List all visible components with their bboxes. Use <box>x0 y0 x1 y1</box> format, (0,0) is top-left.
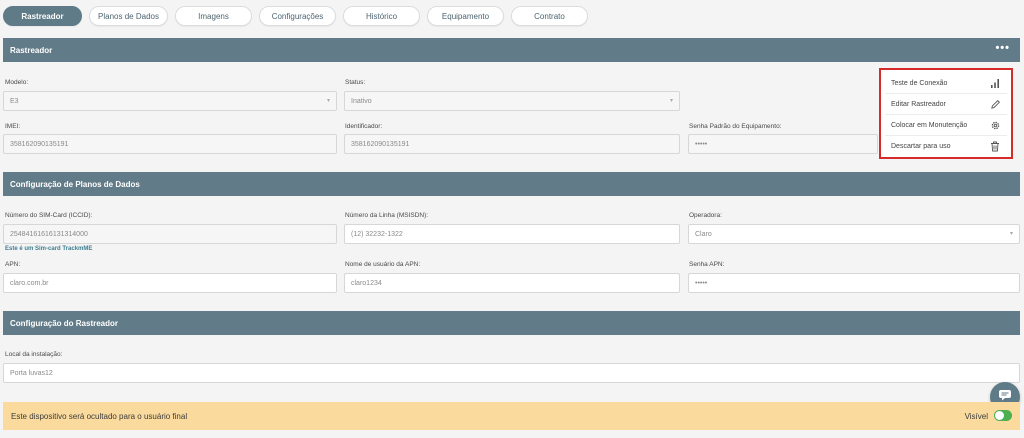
iccid-field[interactable]: 25484161616131314000 <box>3 224 337 244</box>
apn-label: APN: <box>5 261 21 268</box>
pencil-icon <box>989 98 1001 110</box>
apn-user-label: Nome de usuário da APN: <box>345 261 421 268</box>
visible-label: Visível <box>964 411 988 421</box>
apn-password-field[interactable]: ••••• <box>688 273 1020 293</box>
chevron-down-icon: ▾ <box>669 98 673 104</box>
menu-item-edit-tracker[interactable]: Editar Rastreador <box>885 94 1007 115</box>
signal-bars-icon <box>989 77 1001 89</box>
model-select[interactable]: E3 ▾ <box>3 91 337 111</box>
apn-field[interactable]: claro.com.br <box>3 273 337 293</box>
operator-select[interactable]: Claro ▾ <box>688 224 1020 244</box>
tab-planos-de-dados[interactable]: Planos de Dados <box>89 6 168 26</box>
menu-item-maintenance[interactable]: Colocar em Monutenção <box>885 115 1007 136</box>
iccid-label: Número do SIM-Card (ICCID): <box>5 212 93 219</box>
apn-password-label: Senha APN: <box>689 261 725 268</box>
menu-item-label: Descartar para uso <box>891 143 951 150</box>
menu-item-connection-test[interactable]: Teste de Conexão <box>885 73 1007 94</box>
section-title: Rastreador <box>10 45 53 55</box>
imei-label: IMEI: <box>5 123 21 130</box>
identifier-value: 358162090135191 <box>351 140 410 148</box>
tab-bar: Rastreador Planos de Dados Imagens Confi… <box>3 6 588 28</box>
visibility-banner: Este dispositivo será ocultado para o us… <box>3 402 1020 430</box>
tab-contrato[interactable]: Contrato <box>511 6 588 26</box>
apn-user-field[interactable]: claro1234 <box>344 273 680 293</box>
menu-item-label: Teste de Conexão <box>891 79 948 87</box>
section-header-tracker-config: Configuração do Rastreador <box>3 311 1020 335</box>
iccid-value: 25484161616131314000 <box>10 230 88 238</box>
more-options-icon[interactable]: ••• <box>995 42 1010 54</box>
imei-value: 358162090135191 <box>10 140 69 148</box>
msisdn-label: Número da Linha (MSISDN): <box>345 212 429 219</box>
tab-configuracoes[interactable]: Configurações <box>259 6 336 26</box>
status-value: Inativo <box>351 97 372 105</box>
model-label: Modelo: <box>5 79 29 86</box>
msisdn-field[interactable]: (12) 32232-1322 <box>344 224 680 244</box>
menu-item-label: Editar Rastreador <box>891 100 946 108</box>
apn-password-value: ••••• <box>695 279 708 287</box>
installation-location-value: Porta luvas12 <box>10 369 53 377</box>
visible-toggle[interactable] <box>994 410 1012 421</box>
operator-label: Operadora: <box>689 212 722 219</box>
section-header-data-plans: Configuração de Planos de Dados <box>3 172 1020 196</box>
device-password-field[interactable]: ••••• <box>688 134 878 154</box>
operator-value: Claro <box>695 230 712 238</box>
device-password-label: Senha Padrão do Equipamento: <box>689 123 782 130</box>
banner-text: Este dispositivo será ocultado para o us… <box>11 411 188 421</box>
apn-user-value: claro1234 <box>351 279 382 287</box>
chevron-down-icon: ▾ <box>326 98 330 104</box>
chevron-down-icon: ▾ <box>1009 231 1013 237</box>
status-label: Status: <box>345 79 366 86</box>
identifier-field[interactable]: 358162090135191 <box>344 134 680 154</box>
identifier-label: Identificador: <box>345 123 383 130</box>
device-password-value: ••••• <box>695 140 708 148</box>
tab-rastreador[interactable]: Rastreador <box>3 6 82 26</box>
tracker-actions-menu: Teste de Conexão Editar Rastreador Coloc… <box>879 68 1013 159</box>
gear-icon <box>989 119 1001 131</box>
model-value: E3 <box>10 97 19 105</box>
tab-imagens[interactable]: Imagens <box>175 6 252 26</box>
tab-historico[interactable]: Histórico <box>343 6 420 26</box>
sim-card-hint: Este é um Sim-card TrackmME <box>5 246 93 252</box>
imei-field[interactable]: 358162090135191 <box>3 134 337 154</box>
status-select[interactable]: Inativo ▾ <box>344 91 680 111</box>
installation-location-field[interactable]: Porta luvas12 <box>3 363 1020 383</box>
section-header-rastreador: Rastreador ••• <box>3 38 1020 62</box>
msisdn-value: (12) 32232-1322 <box>351 230 403 238</box>
menu-item-discard[interactable]: Descartar para uso <box>885 136 1007 157</box>
trash-icon <box>989 141 1001 153</box>
apn-value: claro.com.br <box>10 279 49 287</box>
tab-equipamento[interactable]: Equipamento <box>427 6 504 26</box>
installation-location-label: Local da instalação: <box>5 351 63 358</box>
section-title: Configuração do Rastreador <box>10 318 119 328</box>
menu-item-label: Colocar em Monutenção <box>891 121 968 129</box>
section-title: Configuração de Planos de Dados <box>10 179 140 189</box>
